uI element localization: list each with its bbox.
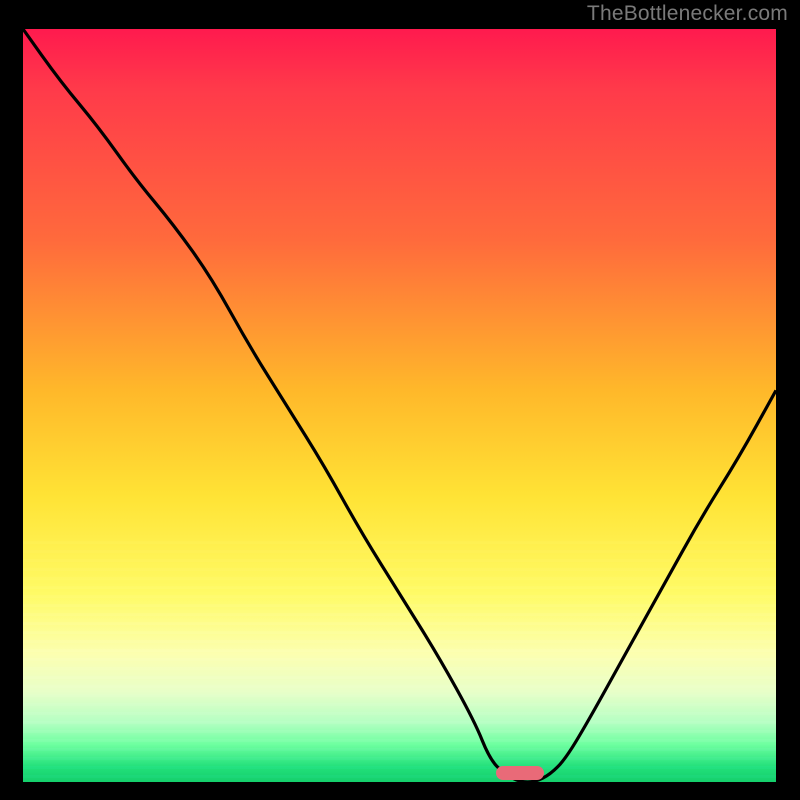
optimal-marker [496, 766, 544, 780]
plot-area [23, 29, 776, 782]
curve-path [23, 29, 776, 782]
root: TheBottlenecker.com [0, 0, 800, 800]
bottleneck-curve [23, 29, 776, 782]
attribution-text: TheBottlenecker.com [587, 2, 788, 26]
